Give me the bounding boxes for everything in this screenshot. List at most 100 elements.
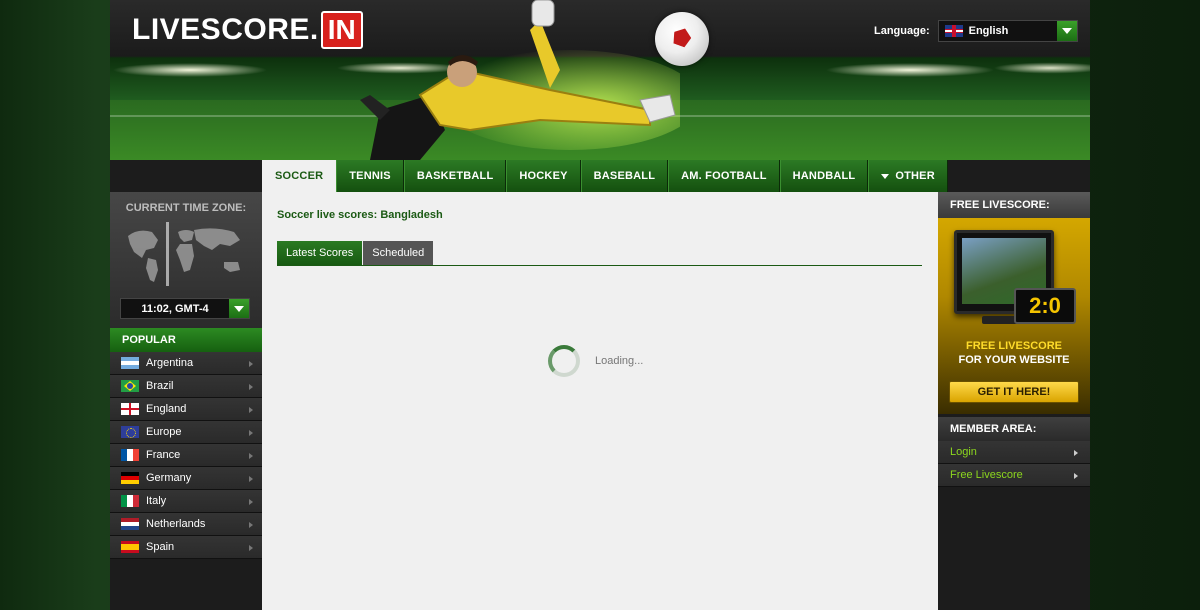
tab-label: BASEBALL xyxy=(593,170,656,182)
popular-heading: POPULAR xyxy=(110,328,262,352)
tab-other[interactable]: OTHER xyxy=(868,160,948,192)
sport-tabs: SOCCER TENNIS BASKETBALL HOCKEY BASEBALL… xyxy=(262,160,948,192)
tab-tennis[interactable]: TENNIS xyxy=(336,160,404,192)
popular-item-france[interactable]: France xyxy=(110,444,262,467)
tab-soccer[interactable]: SOCCER xyxy=(262,160,337,192)
arrow-right-icon xyxy=(249,476,253,482)
language-label: Language: xyxy=(874,25,930,37)
arrow-right-icon xyxy=(249,545,253,551)
popular-label: Europe xyxy=(146,426,182,438)
chevron-down-icon[interactable] xyxy=(229,299,249,318)
popular-item-england[interactable]: England xyxy=(110,398,262,421)
tab-scheduled[interactable]: Scheduled xyxy=(363,241,434,265)
popular-label: Italy xyxy=(146,495,167,507)
triangle-down-icon xyxy=(881,173,890,179)
popular-item-brazil[interactable]: Brazil xyxy=(110,375,262,398)
popular-item-europe[interactable]: Europe xyxy=(110,421,262,444)
netherlands-flag-icon xyxy=(121,518,139,530)
tab-basketball[interactable]: BASKETBALL xyxy=(403,160,507,192)
tab-latest-scores[interactable]: Latest Scores xyxy=(277,241,363,265)
site-logo[interactable]: LIVESCORE. IN xyxy=(132,11,363,49)
language-selector: Language: English xyxy=(874,20,1078,42)
popular-item-argentina[interactable]: Argentina xyxy=(110,352,262,375)
left-sidebar: CURRENT TIME ZONE: 11:02, GMT-4 POPULAR xyxy=(110,192,262,610)
argentina-flag-icon xyxy=(121,357,139,369)
chevron-down-icon[interactable] xyxy=(1056,21,1077,41)
page-title: Soccer live scores: Bangladesh xyxy=(277,209,443,221)
free-livescore-link[interactable]: Free Livescore xyxy=(938,464,1090,487)
italy-flag-icon xyxy=(121,495,139,507)
logo-badge: IN xyxy=(320,11,363,49)
loading-indicator: Loading... xyxy=(548,345,643,377)
widget-promo: 2:0 FREE LIVESCORE FOR YOUR WEBSITE GET … xyxy=(938,218,1090,414)
arrow-right-icon xyxy=(249,430,253,436)
tab-label: BASKETBALL xyxy=(416,170,494,182)
popular-item-germany[interactable]: Germany xyxy=(110,467,262,490)
popular-list: Argentina Brazil England Europe France G… xyxy=(110,352,262,559)
right-sidebar: FREE LIVESCORE: 2:0 FREE LIVESCORE FOR Y… xyxy=(938,192,1090,610)
tab-am-football[interactable]: AM. FOOTBALL xyxy=(668,160,780,192)
tab-hockey[interactable]: HOCKEY xyxy=(506,160,581,192)
popular-item-spain[interactable]: Spain xyxy=(110,536,262,559)
popular-item-italy[interactable]: Italy xyxy=(110,490,262,513)
language-value: English xyxy=(968,25,1009,37)
free-livescore-heading: FREE LIVESCORE: xyxy=(938,192,1090,218)
spain-flag-icon xyxy=(121,541,139,553)
tab-label: HOCKEY xyxy=(519,170,568,182)
arrow-right-icon xyxy=(249,407,253,413)
member-area-heading: MEMBER AREA: xyxy=(938,417,1090,441)
tab-baseball[interactable]: BASEBALL xyxy=(580,160,669,192)
arrow-right-icon xyxy=(249,361,253,367)
login-label: Login xyxy=(950,446,977,458)
page: LIVESCORE. IN Language: English SOCCER T… xyxy=(110,0,1090,610)
logo-text: LIVESCORE. xyxy=(132,13,319,46)
arrow-right-icon xyxy=(1074,473,1078,479)
promo-subline: FOR YOUR WEBSITE xyxy=(958,354,1070,366)
timezone-title: CURRENT TIME ZONE: xyxy=(125,202,247,214)
popular-label: Netherlands xyxy=(146,518,206,530)
timezone-panel: CURRENT TIME ZONE: 11:02, GMT-4 xyxy=(110,192,262,328)
score-tabs: Latest Scores Scheduled xyxy=(277,241,434,265)
timezone-dropdown[interactable]: 11:02, GMT-4 xyxy=(120,298,250,319)
arrow-right-icon xyxy=(249,453,253,459)
goalkeeper-illustration xyxy=(360,0,680,160)
tab-label: SOCCER xyxy=(275,170,324,182)
arrow-right-icon xyxy=(249,499,253,505)
popular-label: England xyxy=(146,403,187,415)
header-banner: LIVESCORE. IN Language: English xyxy=(110,0,1090,160)
tab-handball[interactable]: HANDBALL xyxy=(779,160,869,192)
world-map-icon xyxy=(128,222,240,286)
popular-label: Argentina xyxy=(146,357,194,369)
member-links: Login Free Livescore xyxy=(938,441,1090,487)
arrow-right-icon xyxy=(1074,450,1078,456)
tab-label: HANDBALL xyxy=(792,170,856,182)
promo-headline: FREE LIVESCORE xyxy=(966,340,1062,352)
brazil-flag-icon xyxy=(121,380,139,392)
soccer-ball-icon xyxy=(655,12,709,66)
popular-label: France xyxy=(146,449,181,461)
main-content: Soccer live scores: Bangladesh Latest Sc… xyxy=(262,192,938,610)
free-livescore-label: Free Livescore xyxy=(950,469,1023,481)
popular-item-netherlands[interactable]: Netherlands xyxy=(110,513,262,536)
tab-label: OTHER xyxy=(895,170,935,182)
uk-flag-icon xyxy=(944,25,963,37)
europe-flag-icon xyxy=(121,426,139,438)
login-link[interactable]: Login xyxy=(938,441,1090,464)
get-it-here-button[interactable]: GET IT HERE! xyxy=(949,381,1079,403)
germany-flag-icon xyxy=(121,472,139,484)
tab-divider xyxy=(277,265,922,266)
england-flag-icon xyxy=(121,403,139,415)
popular-label: Spain xyxy=(146,541,175,553)
tab-label: AM. FOOTBALL xyxy=(681,170,767,182)
score-display: 2:0 xyxy=(1014,288,1076,324)
france-flag-icon xyxy=(121,449,139,461)
popular-label: Germany xyxy=(146,472,192,484)
tab-label: TENNIS xyxy=(349,170,391,182)
timezone-value: 11:02, GMT-4 xyxy=(141,302,209,315)
arrow-right-icon xyxy=(249,384,253,390)
spinner-icon xyxy=(548,345,580,377)
language-dropdown[interactable]: English xyxy=(937,20,1078,42)
loading-text: Loading... xyxy=(595,355,644,367)
popular-label: Brazil xyxy=(146,380,174,392)
arrow-right-icon xyxy=(249,522,253,528)
